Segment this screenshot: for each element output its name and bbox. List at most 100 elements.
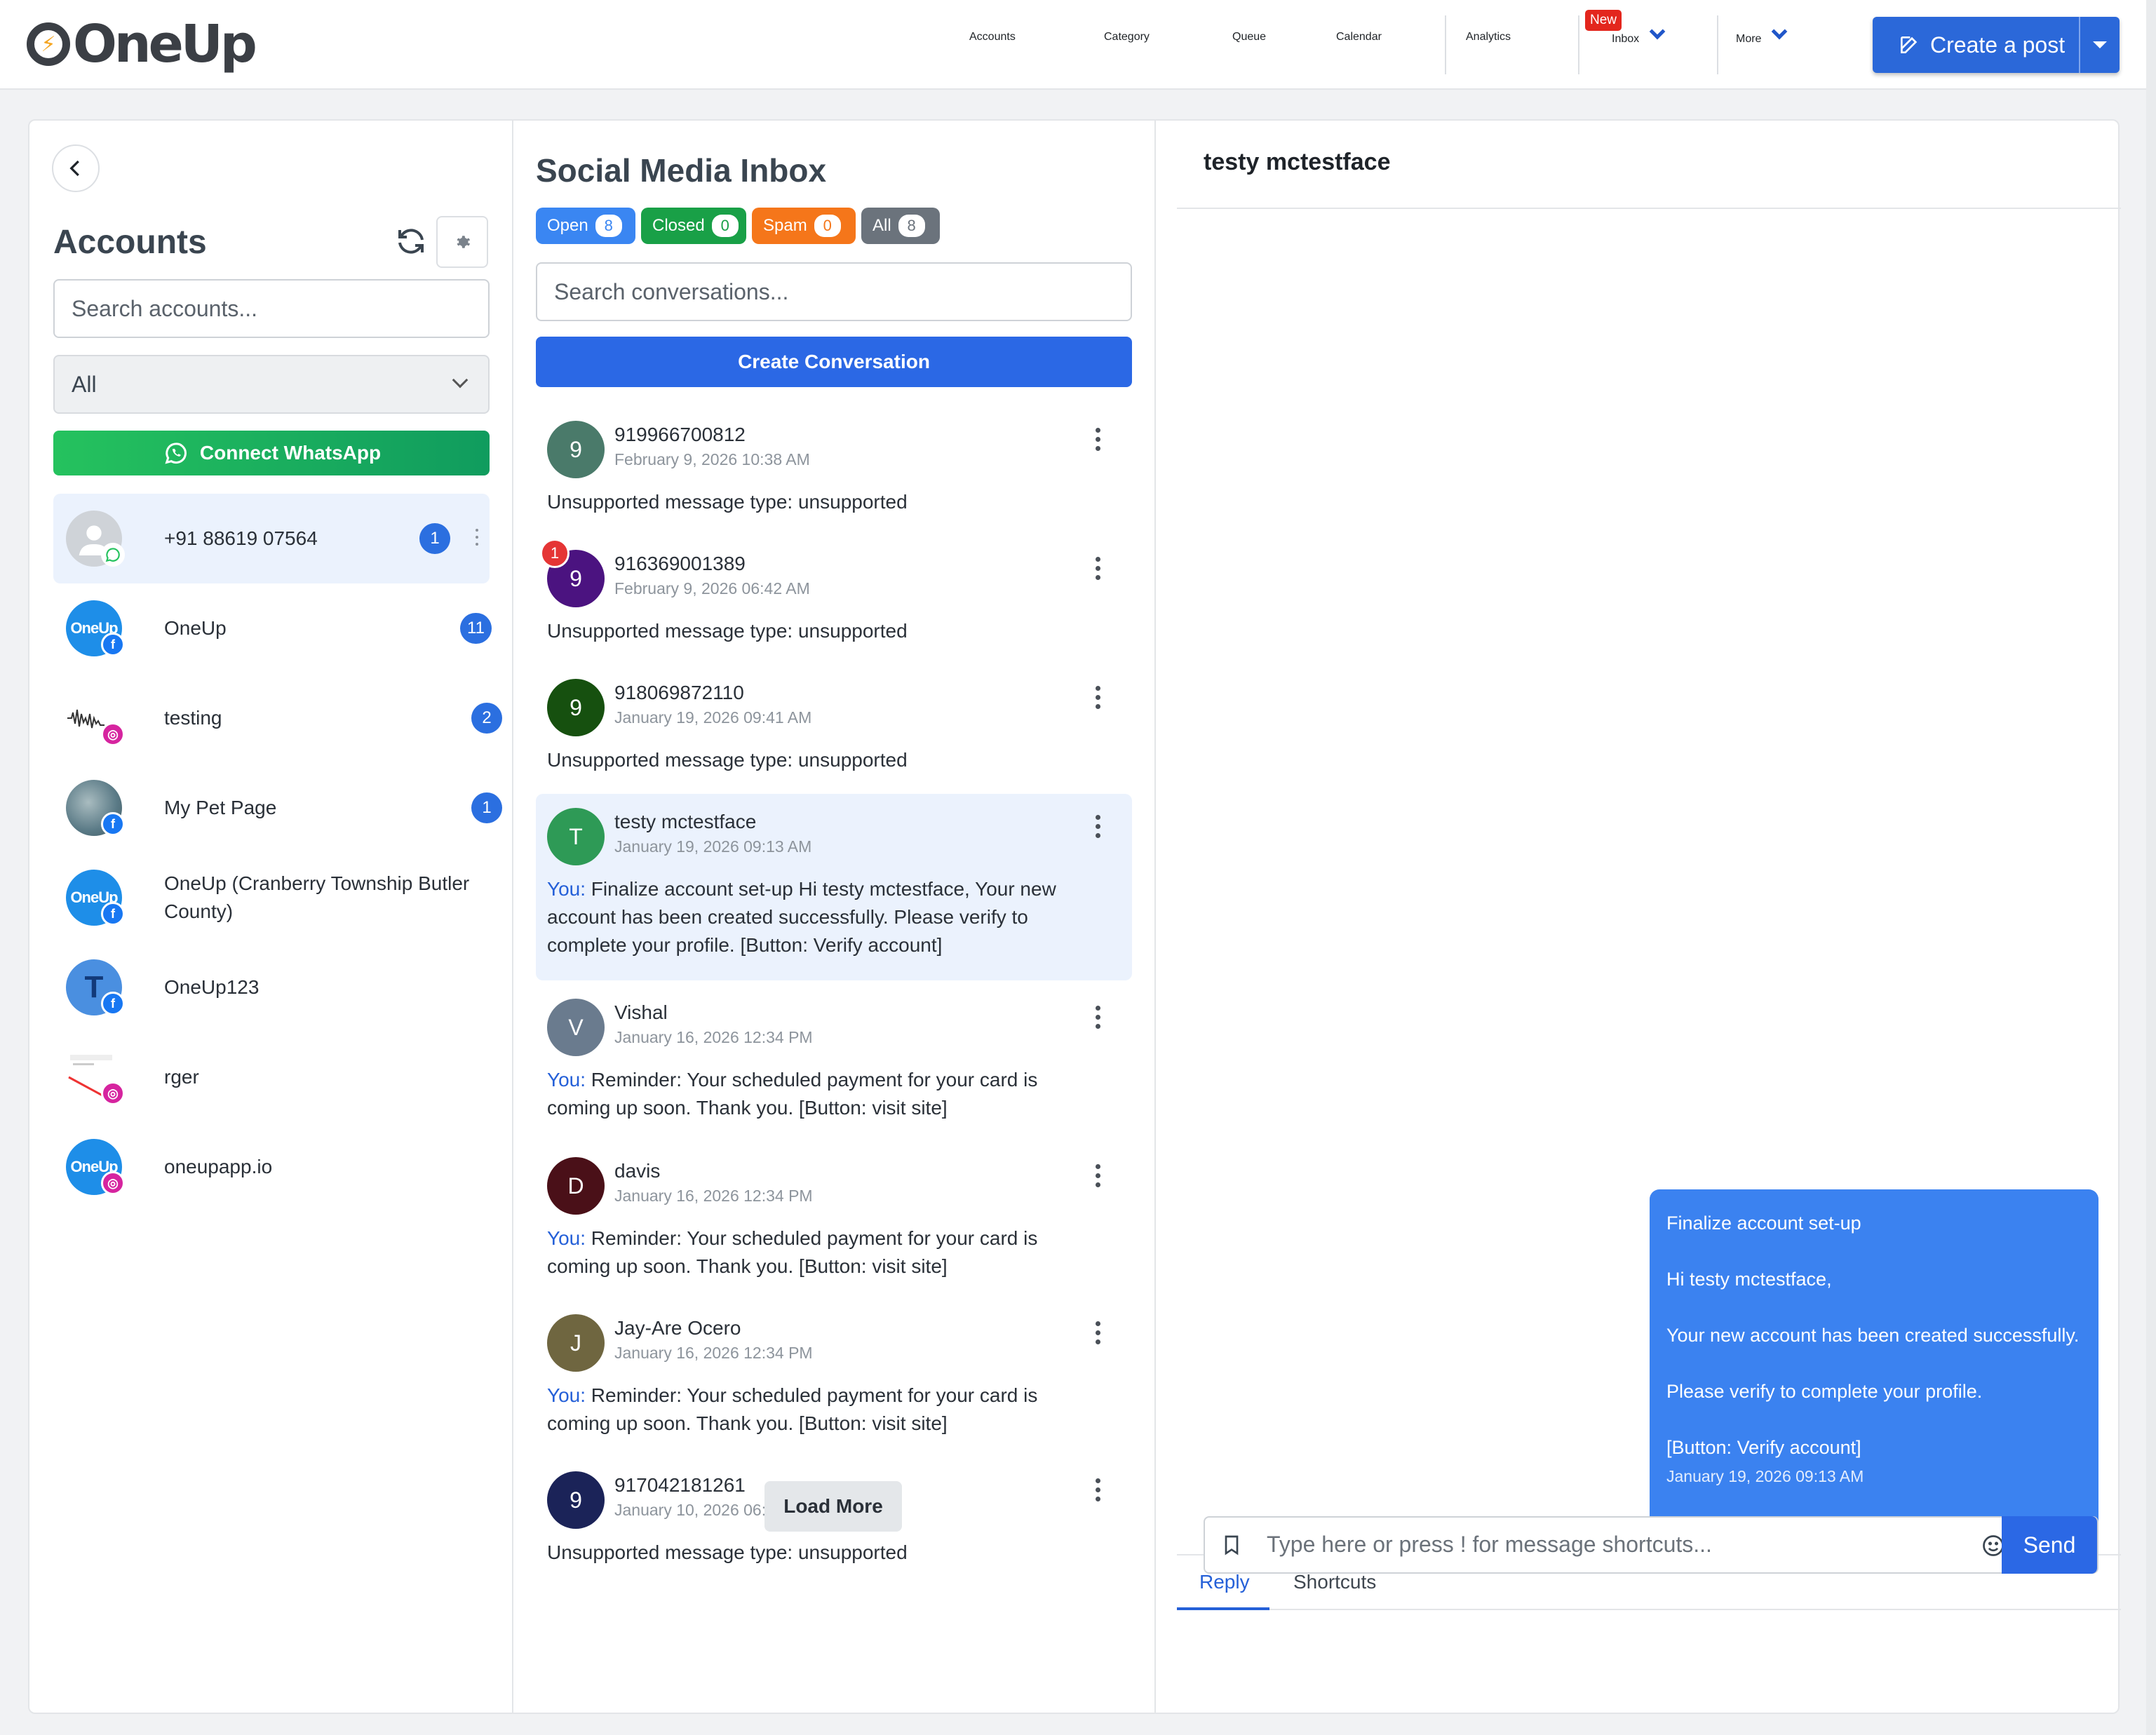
column-divider — [512, 121, 513, 1713]
message-composer[interactable]: Type here or press ! for message shortcu… — [1204, 1516, 2098, 1574]
send-button[interactable]: Send — [2002, 1516, 2097, 1574]
search-conversations-input[interactable]: Search conversations... — [536, 262, 1132, 321]
conversation-preview: You: Reminder: Your scheduled payment fo… — [547, 1069, 1038, 1119]
nav-divider — [1578, 15, 1579, 74]
conversation-item[interactable]: V Vishal January 16, 2026 12:34 PM You: … — [536, 999, 1132, 1139]
create-post-dropdown[interactable] — [2080, 41, 2120, 48]
settings-button[interactable] — [436, 216, 488, 268]
nav-inbox[interactable]: Inbox — [1612, 23, 1666, 46]
refresh-icon[interactable] — [394, 224, 428, 258]
conversation-name: 918069872110 — [614, 682, 744, 703]
conversation-menu-icon[interactable] — [1096, 557, 1101, 584]
inbox-title: Social Media Inbox — [536, 152, 827, 189]
conversation-item[interactable]: 9 1 916369001389 February 9, 2026 06:42 … — [536, 539, 1132, 669]
facebook-badge-icon: f — [101, 902, 125, 926]
avatar: T — [547, 808, 605, 865]
avatar: D — [547, 1157, 605, 1215]
nav-more-label: More — [1736, 33, 1762, 45]
conversation-menu-icon[interactable] — [1096, 686, 1101, 713]
bolt-icon: ⚡ — [27, 22, 70, 66]
conversation-menu-icon[interactable] — [1096, 815, 1101, 842]
nav-more[interactable]: More — [1736, 23, 1788, 46]
active-tab-indicator — [1177, 1607, 1269, 1610]
unread-count-badge: 1 — [419, 523, 450, 554]
avatar: J — [547, 1314, 605, 1372]
account-item[interactable]: OneUp ◎ oneupapp.io — [53, 1122, 490, 1212]
facebook-badge-icon: f — [101, 633, 125, 656]
conversation-item[interactable]: 9 918069872110 January 19, 2026 09:41 AM… — [536, 679, 1132, 798]
bookmark-icon[interactable] — [1220, 1533, 1243, 1557]
create-post-main[interactable]: Create a post — [1873, 17, 2080, 73]
account-name: rger — [164, 1066, 199, 1088]
conversation-name: Jay-Are Ocero — [614, 1317, 741, 1339]
account-filter-select[interactable]: All — [53, 355, 490, 414]
nav-queue[interactable]: Queue — [1232, 31, 1266, 43]
conversation-menu-icon[interactable] — [1096, 1478, 1101, 1506]
instagram-badge-icon: ◎ — [101, 722, 125, 746]
account-item[interactable]: ◎ rger — [53, 1032, 490, 1122]
composer-input[interactable]: Type here or press ! for message shortcu… — [1267, 1532, 1712, 1558]
conversation-preview: Unsupported message type: unsupported — [547, 1541, 908, 1563]
account-name: OneUp123 — [164, 976, 260, 998]
unread-indicator: 1 — [540, 539, 570, 568]
account-name: testing — [164, 707, 222, 729]
conversation-preview: Unsupported message type: unsupported — [547, 491, 908, 513]
message-line: Please verify to complete your profile. — [1666, 1381, 1983, 1402]
account-item[interactable]: ◎ testing 2 — [53, 673, 502, 763]
whatsapp-badge-icon — [101, 543, 125, 567]
nav-analytics[interactable]: Analytics — [1466, 31, 1511, 43]
avatar: 9 — [547, 1471, 605, 1529]
conversation-menu-icon[interactable] — [1096, 1321, 1101, 1349]
unread-count-badge: 1 — [471, 792, 502, 823]
create-conversation-button[interactable]: Create Conversation — [536, 337, 1132, 387]
back-button[interactable] — [52, 144, 100, 192]
message-line: Your new account has been created succes… — [1666, 1325, 2080, 1346]
nav-accounts[interactable]: Accounts — [969, 31, 1016, 43]
conversation-date: January 16, 2026 12:34 PM — [614, 1344, 813, 1362]
nav-divider — [1717, 15, 1718, 74]
nav-inbox-label: Inbox — [1612, 33, 1640, 45]
facebook-badge-icon: f — [101, 992, 125, 1015]
conversation-menu-icon[interactable] — [1096, 1164, 1101, 1191]
filter-closed[interactable]: Closed 0 — [641, 208, 746, 244]
chat-contact-name: testy mctestface — [1204, 149, 1391, 175]
chat-header: testy mctestface — [1177, 121, 2121, 209]
account-item[interactable]: OneUp f OneUp (Cranberry Township Butler… — [53, 853, 490, 943]
filter-open[interactable]: Open 8 — [536, 208, 635, 244]
conversation-item[interactable]: J Jay-Are Ocero January 16, 2026 12:34 P… — [536, 1314, 1132, 1454]
conversation-item[interactable]: D davis January 16, 2026 12:34 PM You: R… — [536, 1157, 1132, 1297]
nav-calendar[interactable]: Calendar — [1336, 31, 1382, 43]
avatar: 9 — [547, 421, 605, 478]
account-item[interactable]: T f OneUp123 — [53, 943, 490, 1032]
account-menu-icon[interactable] — [476, 529, 480, 550]
account-item[interactable]: +91 88619 07564 1 — [53, 494, 490, 583]
conversation-preview: Unsupported message type: unsupported — [547, 749, 908, 771]
nav-category[interactable]: Category — [1104, 31, 1150, 43]
account-item[interactable]: OneUp f OneUp 11 — [53, 583, 492, 673]
accounts-title: Accounts — [53, 224, 207, 261]
connect-whatsapp-button[interactable]: Connect WhatsApp — [53, 431, 490, 475]
chevron-down-icon — [452, 372, 469, 389]
conversation-item-selected[interactable]: T testy mctestface January 19, 2026 09:1… — [536, 794, 1132, 980]
search-accounts-input[interactable]: Search accounts... — [53, 279, 490, 338]
conversation-item[interactable]: 9 919966700812 February 9, 2026 10:38 AM… — [536, 421, 1132, 540]
conversation-preview: You: Finalize account set-up Hi testy mc… — [547, 878, 1056, 956]
oneup-logo[interactable]: ⚡ OneUp — [27, 13, 257, 76]
page-scrollbar[interactable] — [2146, 0, 2156, 1735]
chevron-left-icon — [69, 160, 79, 177]
conversation-preview: Unsupported message type: unsupported — [547, 620, 908, 642]
message-timestamp: January 19, 2026 09:13 AM — [1666, 1467, 1864, 1485]
account-item[interactable]: f My Pet Page 1 — [53, 763, 502, 853]
load-more-button[interactable]: Load More — [764, 1481, 902, 1532]
create-post-button[interactable]: Create a post — [1873, 17, 2120, 73]
filter-all[interactable]: All 8 — [861, 208, 940, 244]
instagram-badge-icon: ◎ — [101, 1171, 125, 1195]
tab-reply[interactable]: Reply — [1199, 1571, 1250, 1593]
conversation-date: January 16, 2026 12:34 PM — [614, 1187, 813, 1205]
conversation-menu-icon[interactable] — [1096, 428, 1101, 455]
whatsapp-icon — [165, 443, 187, 464]
conversation-menu-icon[interactable] — [1096, 1006, 1101, 1033]
tab-shortcuts[interactable]: Shortcuts — [1293, 1571, 1376, 1593]
filter-spam[interactable]: Spam 0 — [752, 208, 856, 244]
conversation-date: February 9, 2026 06:42 AM — [614, 579, 810, 598]
